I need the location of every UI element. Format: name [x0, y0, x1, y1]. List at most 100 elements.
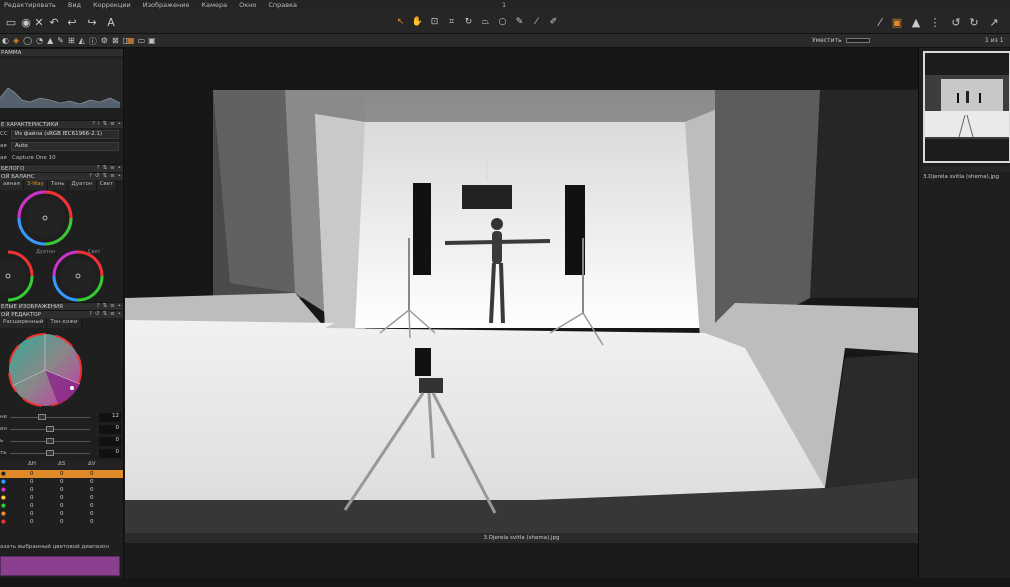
- composition-tab-icon[interactable]: ⊞: [68, 36, 75, 47]
- color-editor-wheel[interactable]: [0, 328, 123, 412]
- table-row[interactable]: ● 0 0 0: [0, 518, 123, 526]
- warning-icon[interactable]: ▲: [908, 14, 924, 30]
- menu-edit[interactable]: Редактировать: [4, 1, 56, 9]
- tab-midtone[interactable]: Дуатон: [68, 180, 97, 190]
- slider-knob[interactable]: [46, 426, 54, 432]
- menu-icon[interactable]: ≡: [110, 121, 115, 127]
- folder-icon[interactable]: ▭: [3, 14, 19, 30]
- show-range-checkbox[interactable]: азать выбранный цветовой диапазон: [0, 544, 109, 550]
- tab-shadow[interactable]: Тень: [47, 180, 69, 190]
- more-icon[interactable]: •: [118, 173, 121, 179]
- tab-skin-tone[interactable]: Тон кожи: [47, 318, 82, 328]
- more-icon[interactable]: •: [118, 121, 121, 127]
- zoom-slider[interactable]: [846, 38, 870, 43]
- tab-master[interactable]: авная: [0, 180, 24, 190]
- copy-adjustments-icon[interactable]: ▣: [889, 14, 905, 30]
- help-icon[interactable]: ?: [92, 121, 95, 127]
- undo-icon[interactable]: ↩: [64, 14, 80, 30]
- slider-knob[interactable]: [38, 414, 46, 420]
- output-tab-icon[interactable]: ⚙: [101, 36, 108, 47]
- color-editor-header[interactable]: ОЙ РЕДАКТОР ? ↺ ⇅ ≡ •: [0, 310, 123, 318]
- menu-help[interactable]: Справка: [268, 1, 297, 9]
- lens-tab-icon[interactable]: ◯: [23, 36, 32, 47]
- export-icon[interactable]: ↗: [986, 14, 1002, 30]
- capture-tab-icon[interactable]: ◈: [13, 36, 19, 47]
- picker-tool-icon[interactable]: ✐: [546, 14, 561, 29]
- eyedropper-tool-icon[interactable]: ⁄: [529, 14, 544, 29]
- table-row[interactable]: ● 0 0 0: [0, 502, 123, 510]
- menu-image[interactable]: Изображение: [143, 1, 190, 9]
- table-row[interactable]: ● 0 0 0: [0, 510, 123, 518]
- menu-camera[interactable]: Камера: [201, 1, 227, 9]
- brush-tool-icon[interactable]: ✎: [512, 14, 527, 29]
- select-tool-icon[interactable]: ↖: [393, 14, 408, 29]
- redo-icon[interactable]: ↪: [84, 14, 100, 30]
- image-header[interactable]: ЕЛЫЕ ИЗОБРАЖЕНИЯ ? ⇅ ≡ •: [0, 302, 123, 310]
- info-icon[interactable]: i: [98, 121, 100, 127]
- thumbnail-rating[interactable]: [923, 166, 1010, 172]
- compare-view-icon[interactable]: ▣: [148, 36, 156, 45]
- delete-icon[interactable]: ✕: [31, 14, 47, 30]
- slider-value[interactable]: 0: [99, 449, 121, 458]
- exposure-tab-icon[interactable]: ▲: [47, 36, 53, 47]
- color-balance-header[interactable]: ОЙ БАЛАНС ? ↺ ⇅ ≡ •: [0, 172, 123, 180]
- text-icon[interactable]: A: [103, 14, 119, 30]
- help-icon[interactable]: ?: [97, 303, 100, 309]
- rotate-cw-icon[interactable]: ↻: [966, 14, 982, 30]
- rotate-tool-icon[interactable]: ↻: [461, 14, 476, 29]
- help-icon[interactable]: ?: [89, 173, 92, 179]
- library-tab-icon[interactable]: ◐: [2, 36, 9, 47]
- more-icon[interactable]: •: [118, 303, 121, 309]
- tab-3way[interactable]: 3-Way: [23, 180, 48, 190]
- copy-icon[interactable]: ⇅: [103, 303, 108, 309]
- more-icon[interactable]: •: [118, 311, 121, 317]
- table-row[interactable]: ● 0 0 0: [0, 494, 123, 502]
- slider-lightness[interactable]: ть 0: [0, 448, 123, 460]
- rotate-left-icon[interactable]: ↶: [46, 14, 62, 30]
- image-viewer[interactable]: [125, 48, 918, 533]
- metadata-tab-icon[interactable]: ⓘ: [89, 36, 97, 47]
- detail-tab-icon[interactable]: ◭: [79, 36, 85, 47]
- grid-icon[interactable]: ⋮: [927, 14, 943, 30]
- white-header[interactable]: БЕЛОГО ? ⇅ ≡ •: [0, 164, 123, 172]
- fit-label[interactable]: Уместить: [812, 37, 842, 44]
- slider-value[interactable]: 0: [99, 437, 121, 446]
- grid-view-icon[interactable]: ▦: [127, 36, 135, 45]
- keystone-tool-icon[interactable]: ⏢: [478, 14, 493, 29]
- menu-adjustments[interactable]: Коррекции: [93, 1, 131, 9]
- help-icon[interactable]: ?: [97, 165, 100, 171]
- histogram-header[interactable]: РАММА: [0, 48, 123, 56]
- rotate-ccw-icon[interactable]: ↺: [948, 14, 964, 30]
- loupe-tool-icon[interactable]: ⊡: [427, 14, 442, 29]
- menu-icon[interactable]: ≡: [110, 165, 115, 171]
- color-editor-wheel-graphic[interactable]: [0, 328, 124, 412]
- color-wheels-graphic[interactable]: Дуатон Свет: [0, 190, 124, 302]
- thumbnail[interactable]: [923, 51, 1010, 163]
- help-icon[interactable]: ?: [89, 311, 92, 317]
- single-view-icon[interactable]: ▭: [138, 36, 146, 45]
- copy-icon[interactable]: ⇅: [103, 311, 108, 317]
- table-row[interactable]: ● 0 0 0: [0, 478, 123, 486]
- copy-icon[interactable]: ⇅: [103, 121, 108, 127]
- pipette-icon[interactable]: ⁄: [872, 14, 888, 30]
- slider-hue[interactable]: он 0: [0, 424, 123, 436]
- icc-profile-select[interactable]: Из файла (sRGB IEC61966-2.1): [11, 129, 119, 139]
- slider-value[interactable]: 12: [99, 413, 121, 422]
- slider-knob[interactable]: [46, 450, 54, 456]
- base-characteristics-header[interactable]: Е ХАРАКТЕРИСТИКИ ? i ⇅ ≡ •: [0, 120, 123, 128]
- menu-icon[interactable]: ≡: [110, 303, 115, 309]
- reset-icon[interactable]: ↺: [95, 311, 100, 317]
- menu-icon[interactable]: ≡: [110, 173, 115, 179]
- slider-knob[interactable]: [46, 438, 54, 444]
- menu-window[interactable]: Окно: [239, 1, 256, 9]
- slider-smooth[interactable]: не 12: [0, 412, 123, 424]
- slider-value[interactable]: 0: [99, 425, 121, 434]
- menu-icon[interactable]: ≡: [110, 311, 115, 317]
- slider-saturation[interactable]: ь 0: [0, 436, 123, 448]
- more-icon[interactable]: •: [118, 165, 121, 171]
- tab-highlight[interactable]: Свет: [96, 180, 118, 190]
- menu-view[interactable]: Вид: [68, 1, 81, 9]
- tab-advanced[interactable]: Расширенный: [0, 318, 48, 328]
- copy-icon[interactable]: ⇅: [103, 165, 108, 171]
- reset-icon[interactable]: ↺: [95, 173, 100, 179]
